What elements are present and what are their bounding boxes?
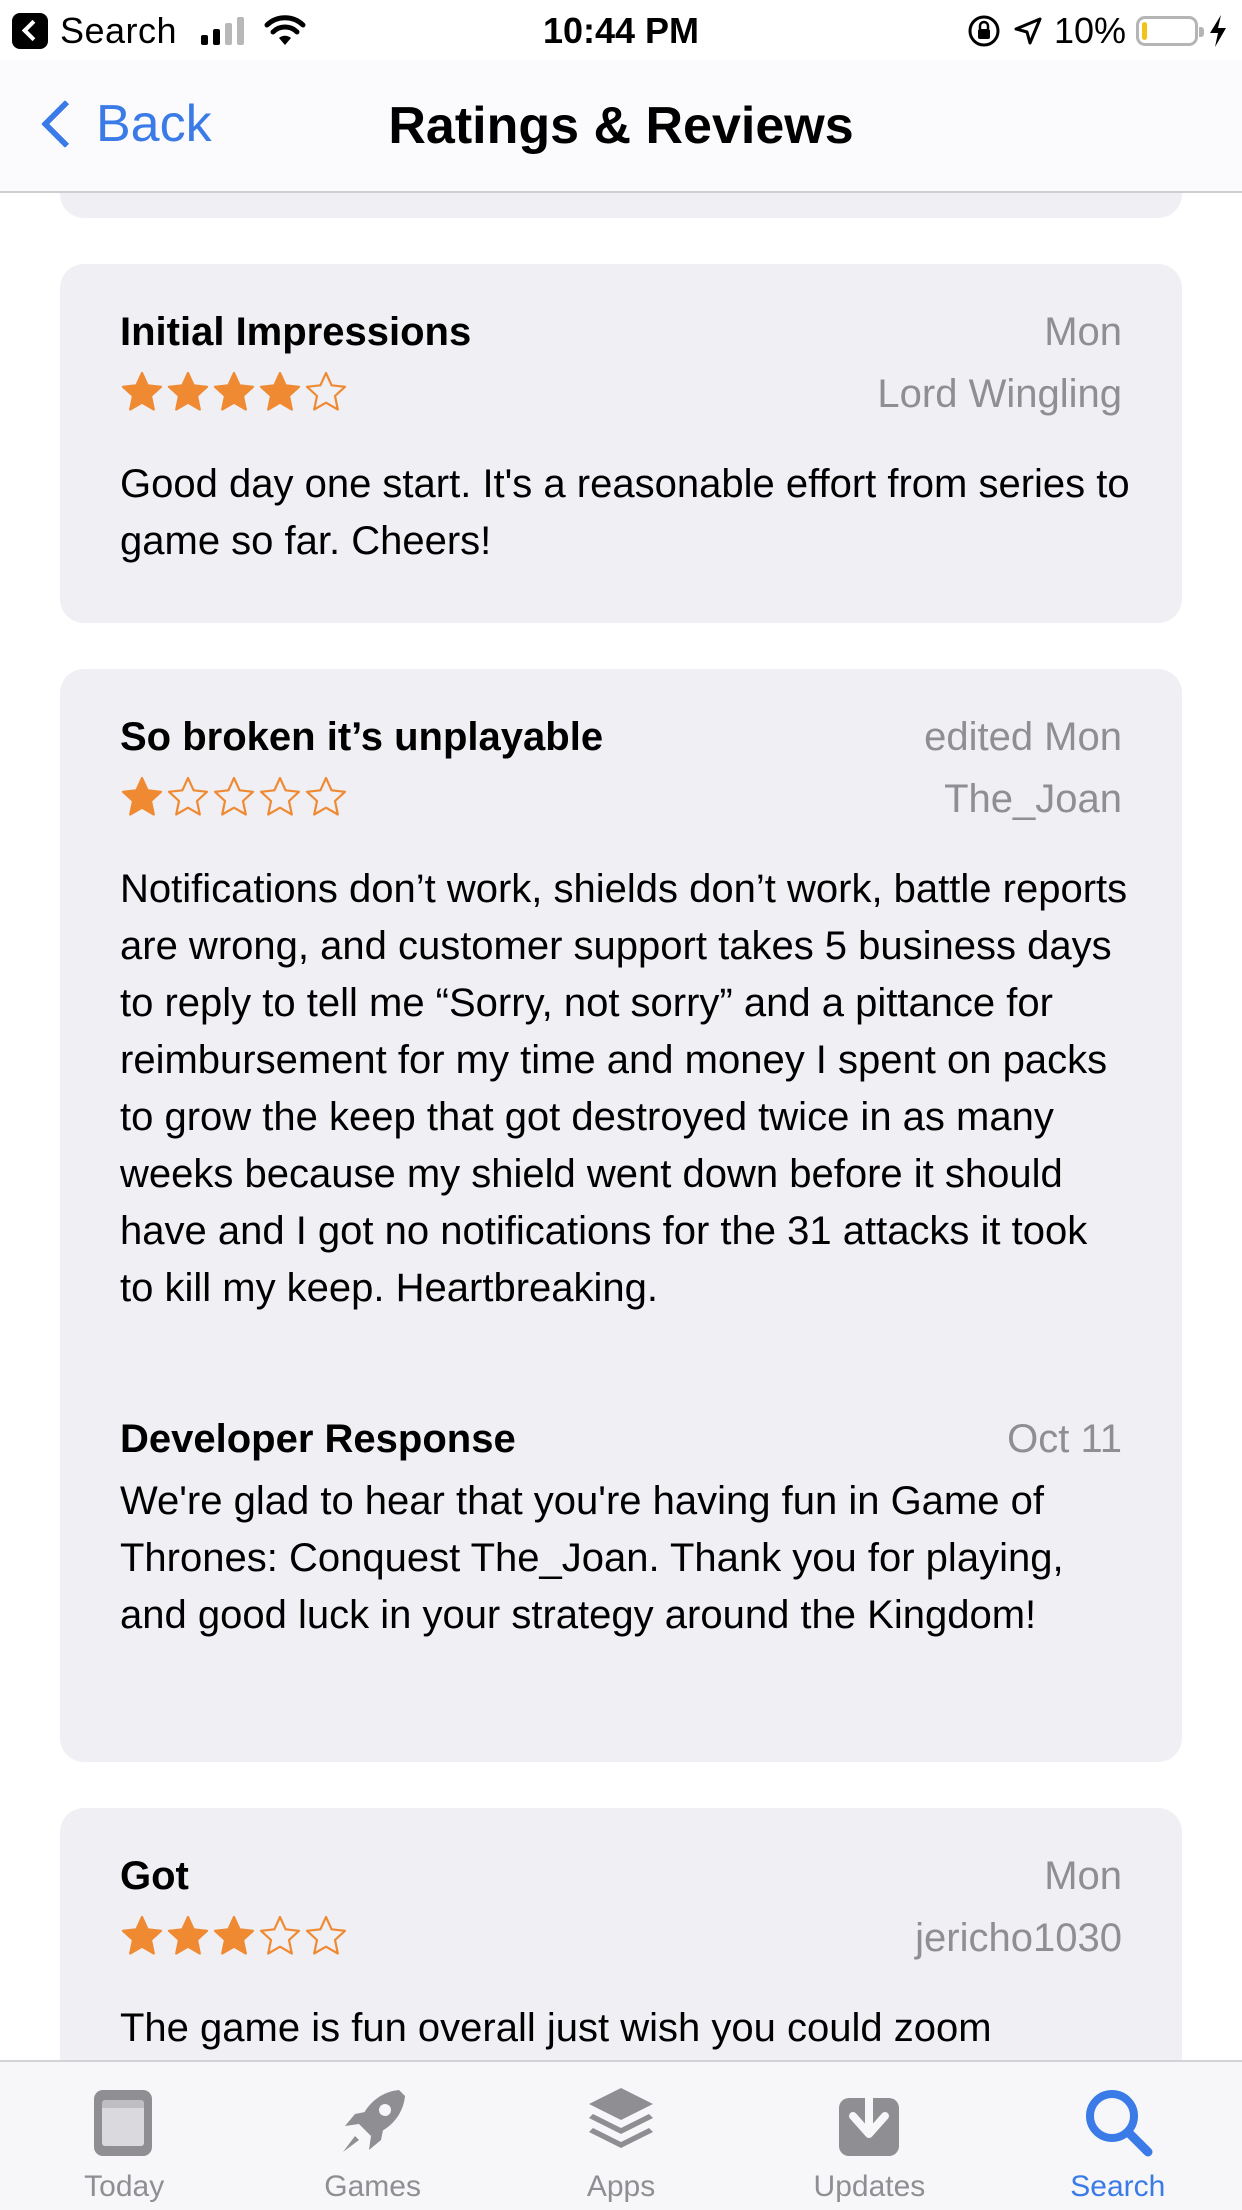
rocket-icon <box>342 2090 405 2152</box>
star-empty-icon <box>259 776 301 816</box>
review-title: So broken it’s unplayable <box>120 715 604 759</box>
star-filled-icon <box>259 371 301 411</box>
review-body: Notifications don’t work, shields don’t … <box>120 867 1128 1310</box>
page-title: Ratings & Reviews <box>388 97 854 155</box>
star-empty-icon <box>305 1915 347 1955</box>
star-filled-icon <box>167 1915 209 1955</box>
review-date: Mon <box>1044 310 1122 354</box>
review-date: Mon <box>1044 1854 1122 1898</box>
star-filled-icon <box>121 371 163 411</box>
star-empty-icon <box>259 1915 301 1955</box>
review-card[interactable]: Initial Impressions Mon Lord Wingling Go… <box>60 264 1182 623</box>
star-rating <box>120 775 348 819</box>
star-empty-icon <box>305 776 347 816</box>
review-date: edited Mon <box>924 715 1122 759</box>
star-empty-icon <box>305 371 347 411</box>
tab-label: Updates <box>813 2170 926 2203</box>
battery-percent: 10% <box>1053 10 1126 51</box>
tab-label: Search <box>1070 2170 1166 2203</box>
layers-icon <box>589 2088 654 2148</box>
star-rating <box>120 370 348 414</box>
star-empty-icon <box>167 776 209 816</box>
star-filled-icon <box>167 371 209 411</box>
tab-today[interactable]: Today <box>0 2062 248 2210</box>
developer-response-date: Oct 11 <box>1007 1417 1122 1461</box>
nav-bar: Back Ratings & Reviews <box>0 60 1242 193</box>
developer-response-body: We're glad to hear that you're having fu… <box>120 1479 1064 1637</box>
battery-icon <box>1136 16 1204 46</box>
location-icon <box>1014 17 1042 45</box>
tab-updates[interactable]: Updates <box>745 2062 993 2210</box>
review-title: Initial Impressions <box>120 310 472 354</box>
star-filled-icon <box>213 371 255 411</box>
review-card[interactable]: So broken it’s unplayable edited Mon The… <box>60 669 1182 1762</box>
tab-bar: Today Games Apps Updates Search <box>0 2060 1242 2210</box>
star-rating <box>120 1914 348 1958</box>
review-author[interactable]: jericho1030 <box>915 1916 1122 1961</box>
tab-label: Apps <box>586 2170 656 2203</box>
tab-label: Today <box>84 2170 165 2203</box>
star-filled-icon <box>121 1915 163 1955</box>
star-filled-icon <box>121 776 163 816</box>
tab-label: Games <box>324 2170 421 2203</box>
star-empty-icon <box>213 776 255 816</box>
download-icon <box>839 2086 900 2156</box>
status-bar: Search 10:44 PM 10% <box>0 0 1242 60</box>
tab-apps[interactable]: Apps <box>497 2062 745 2210</box>
review-body: The game is fun overall just wish you co… <box>120 2006 992 2050</box>
tab-games[interactable]: Games <box>248 2062 496 2210</box>
orientation-lock-icon <box>968 15 1000 47</box>
charging-bolt-icon <box>1210 15 1226 47</box>
developer-response-title: Developer Response <box>120 1417 516 1461</box>
review-author[interactable]: The_Joan <box>944 777 1122 822</box>
review-title: Got <box>120 1854 189 1898</box>
today-icon <box>94 2090 153 2156</box>
search-icon <box>1085 2090 1153 2157</box>
review-body: Good day one start. It's a reasonable ef… <box>120 462 1130 563</box>
star-filled-icon <box>213 1915 255 1955</box>
tab-search[interactable]: Search <box>994 2062 1242 2210</box>
review-author[interactable]: Lord Wingling <box>877 372 1122 417</box>
